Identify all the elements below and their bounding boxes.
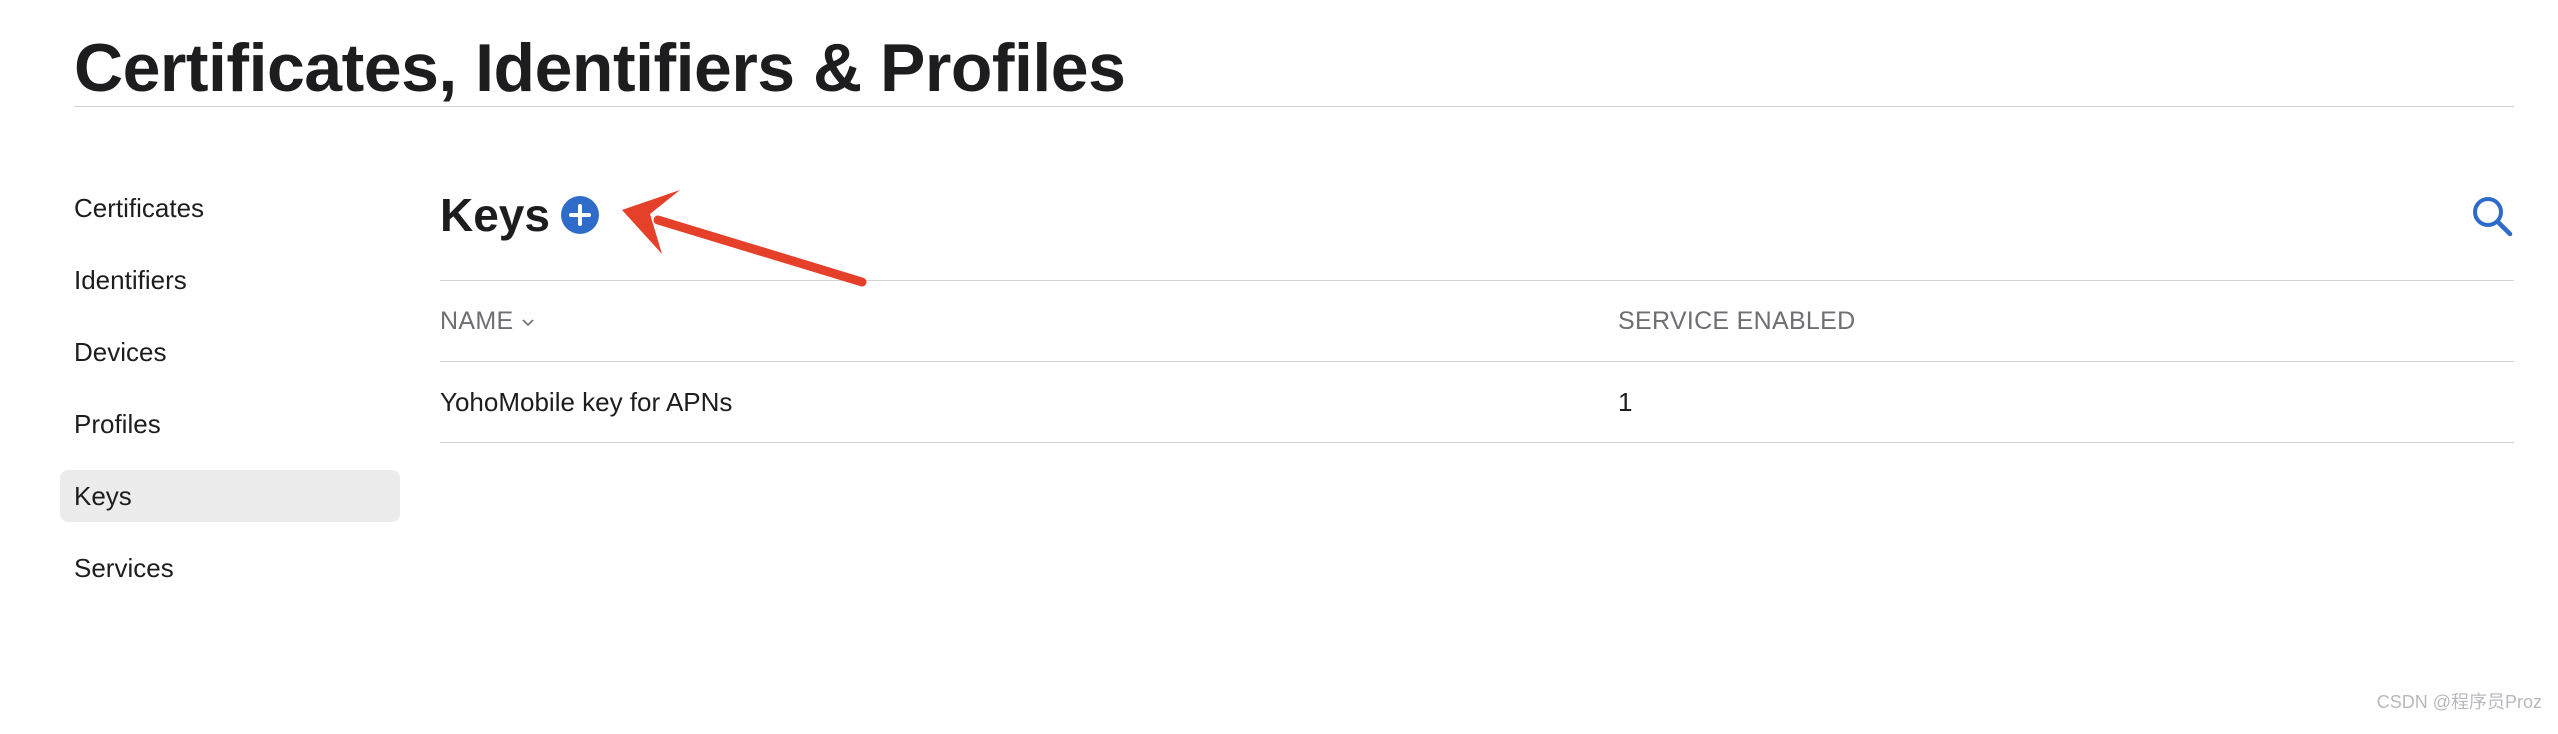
add-key-button[interactable] bbox=[561, 196, 599, 234]
sidebar-item-label: Services bbox=[74, 553, 174, 583]
column-header-label: NAME bbox=[440, 307, 514, 335]
sidebar-item-label: Devices bbox=[74, 337, 167, 367]
title-divider bbox=[74, 106, 2514, 107]
sidebar-item-identifiers[interactable]: Identifiers bbox=[60, 254, 400, 306]
sidebar-item-label: Profiles bbox=[74, 409, 161, 439]
key-name-cell[interactable]: YohoMobile key for APNs bbox=[440, 362, 732, 442]
table-row[interactable]: YohoMobile key for APNs 1 bbox=[440, 361, 2514, 443]
column-header-service-enabled: SERVICE ENABLED bbox=[1618, 307, 1856, 335]
sidebar: Certificates Identifiers Devices Profile… bbox=[60, 182, 400, 614]
column-header-name[interactable]: NAME bbox=[440, 281, 535, 361]
sidebar-item-devices[interactable]: Devices bbox=[60, 326, 400, 378]
chevron-down-icon bbox=[522, 319, 535, 327]
sidebar-item-profiles[interactable]: Profiles bbox=[60, 398, 400, 450]
page-title: Certificates, Identifiers & Profiles bbox=[74, 30, 1126, 106]
section-title: Keys bbox=[440, 189, 550, 241]
sidebar-item-keys[interactable]: Keys bbox=[60, 470, 400, 522]
plus-icon bbox=[569, 204, 591, 226]
sidebar-item-services[interactable]: Services bbox=[60, 542, 400, 594]
sidebar-item-label: Keys bbox=[74, 481, 132, 511]
watermark: CSDN @程序员Proz bbox=[2376, 692, 2542, 712]
search-icon bbox=[2473, 197, 2513, 237]
red-arrow-icon bbox=[622, 190, 867, 287]
search-button[interactable] bbox=[2470, 194, 2514, 238]
sidebar-item-certificates[interactable]: Certificates bbox=[60, 182, 400, 234]
sidebar-item-label: Identifiers bbox=[74, 265, 187, 295]
sidebar-item-label: Certificates bbox=[74, 193, 205, 223]
service-enabled-cell: 1 bbox=[1618, 387, 1633, 417]
keys-table: NAME SERVICE ENABLED YohoMobile key for … bbox=[440, 280, 2514, 443]
